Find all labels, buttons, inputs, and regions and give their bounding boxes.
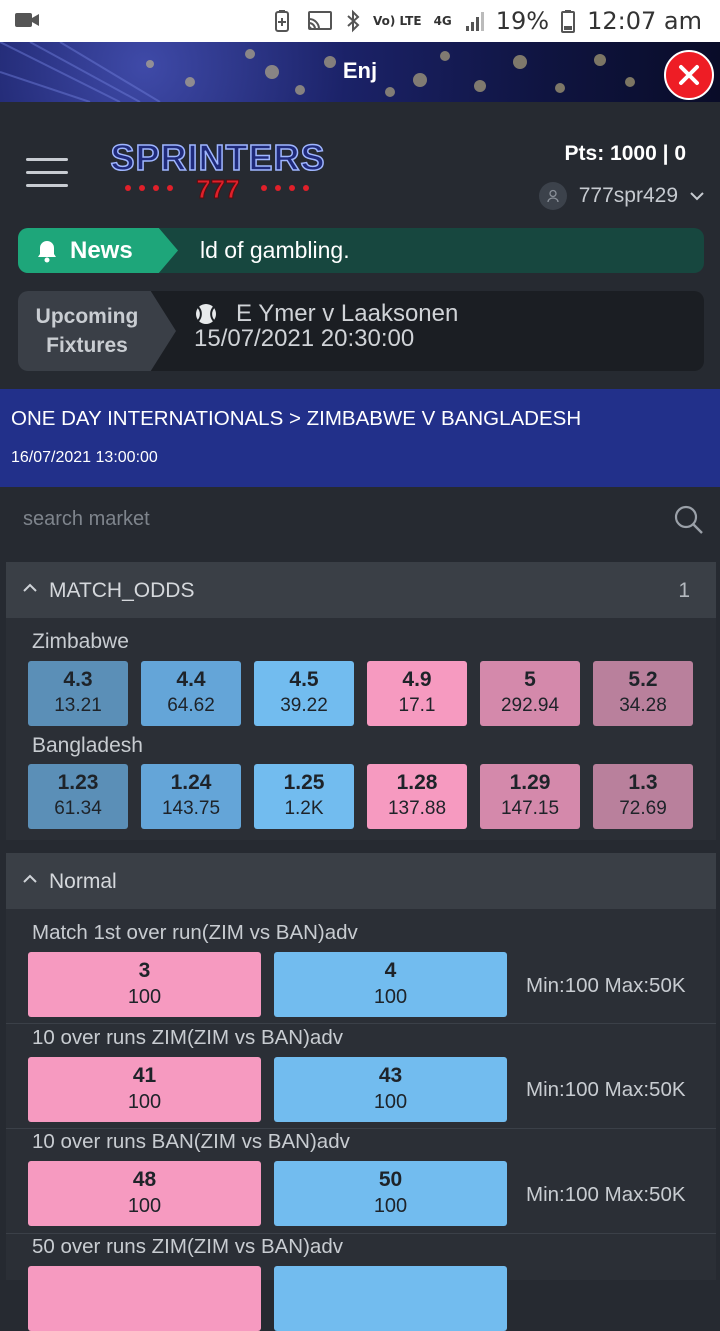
brand-logo[interactable]: SPRINTERS 777 (84, 138, 352, 200)
runner-name: Zimbabwe (32, 630, 129, 653)
chevron-up-icon (23, 874, 37, 883)
event-header: ONE DAY INTERNATIONALS > ZIMBABWE V BANG… (0, 389, 720, 487)
user-menu[interactable]: 777spr429 (538, 182, 704, 210)
market-name: 50 over runs ZIM(ZIM vs BAN)adv (32, 1235, 343, 1258)
yes-button[interactable]: 50 100 (274, 1161, 507, 1226)
username: 777spr429 (578, 184, 678, 207)
match-odds-count: 1 (678, 579, 690, 602)
match-odds-header[interactable]: MATCH_ODDS 1 (6, 562, 716, 618)
breadcrumb[interactable]: ONE DAY INTERNATIONALS > ZIMBABWE V BANG… (11, 407, 581, 431)
signal-icon (465, 12, 484, 31)
upcoming-label-line1: Upcoming (35, 305, 139, 328)
market-name: 10 over runs BAN(ZIM vs BAN)adv (32, 1130, 350, 1153)
no-button[interactable]: 41 100 (28, 1057, 261, 1122)
search-input[interactable]: search market (23, 508, 150, 531)
battery-icon (561, 10, 576, 33)
back-odds-3[interactable]: 1.23 61.34 (28, 764, 128, 829)
news-text: ld of gambling. (200, 237, 350, 263)
market-name: Match 1st over run(ZIM vs BAN)adv (32, 921, 358, 944)
ad-banner[interactable]: Enj (0, 42, 720, 102)
lay-odds-3[interactable]: 5.2 34.28 (593, 661, 693, 726)
chevron-up-icon (23, 583, 37, 592)
bluetooth-icon (347, 9, 360, 33)
normal-panel: Normal Match 1st over run(ZIM vs BAN)adv… (6, 853, 716, 1331)
back-odds-1[interactable]: 1.25 1.2K (254, 764, 354, 829)
normal-header[interactable]: Normal (6, 853, 716, 909)
tennis-ball-icon (196, 304, 216, 324)
market-limits: Min:100 Max:50K (526, 1078, 686, 1101)
battery-percent: 19% (495, 7, 550, 35)
volte-indicator: Vo) LTE (372, 14, 422, 28)
upcoming-datetime: 15/07/2021 20:30:00 (194, 325, 415, 352)
battery-saver-icon (274, 10, 289, 32)
bell-icon (38, 240, 56, 262)
market-limits: Min:100 Max:50K (526, 974, 686, 997)
yes-button[interactable]: 43 100 (274, 1057, 507, 1122)
status-bar: Vo) LTE 4G 19% 12:07 am (0, 0, 720, 42)
close-icon (679, 65, 699, 85)
lay-odds-2[interactable]: 5 292.94 (480, 661, 580, 726)
lay-odds-2[interactable]: 1.29 147.15 (480, 764, 580, 829)
back-odds-1[interactable]: 4.5 39.22 (254, 661, 354, 726)
market-limits: Min:100 Max:50K (526, 1183, 686, 1206)
search-icon[interactable] (674, 505, 704, 535)
market-search[interactable]: search market (0, 487, 720, 551)
normal-title: Normal (49, 870, 117, 893)
ad-close-button[interactable] (664, 50, 714, 100)
hamburger-menu-icon[interactable] (26, 158, 68, 188)
app-header: SPRINTERS 777 Pts: 1000 | 0 777spr429 (0, 102, 720, 220)
lay-odds-3[interactable]: 1.3 72.69 (593, 764, 693, 829)
logo-sub: 777 (196, 174, 239, 200)
match-odds-panel: MATCH_ODDS 1 Zimbabwe 4.3 13.21 4.4 64.62 … (6, 562, 716, 840)
no-button[interactable]: 3 100 (28, 952, 261, 1017)
back-odds-2[interactable]: 4.4 64.62 (141, 661, 241, 726)
lay-odds-1[interactable]: 1.28 137.88 (367, 764, 467, 829)
points-display: Pts: 1000 | 0 (564, 142, 686, 165)
video-camera-icon (15, 13, 39, 27)
chevron-down-icon (690, 192, 704, 201)
market-name: 10 over runs ZIM(ZIM vs BAN)adv (32, 1026, 343, 1049)
ad-text: Enj (342, 58, 378, 83)
cast-icon (307, 11, 332, 30)
upcoming-fixtures[interactable]: Upcoming Fixtures E Ymer v Laaksonen 15/… (18, 291, 704, 371)
event-datetime: 16/07/2021 13:00:00 (11, 449, 158, 466)
upcoming-tag: Upcoming Fixtures (18, 291, 176, 371)
lay-odds-1[interactable]: 4.9 17.1 (367, 661, 467, 726)
divider (6, 1233, 716, 1234)
back-odds-2[interactable]: 1.24 143.75 (141, 764, 241, 829)
logo-text: SPRINTERS (110, 138, 325, 178)
yes-button[interactable] (274, 1266, 507, 1331)
news-ticker: News ld of gambling. (18, 228, 704, 273)
clock: 12:07 am (587, 7, 702, 35)
no-button[interactable] (28, 1266, 261, 1331)
runner-name: Bangladesh (32, 734, 143, 757)
user-icon (547, 189, 559, 203)
match-odds-title: MATCH_ODDS (49, 579, 195, 602)
avatar (538, 182, 567, 210)
yes-button[interactable]: 4 100 (274, 952, 507, 1017)
upcoming-label-line2: Fixtures (46, 334, 128, 357)
divider (6, 1128, 716, 1129)
no-button[interactable]: 48 100 (28, 1161, 261, 1226)
back-odds-3[interactable]: 4.3 13.21 (28, 661, 128, 726)
news-tag: News (18, 228, 178, 273)
divider (6, 1023, 716, 1024)
news-label: News (70, 236, 133, 264)
network-type: 4G (433, 14, 452, 28)
upcoming-event: E Ymer v Laaksonen (236, 300, 459, 327)
